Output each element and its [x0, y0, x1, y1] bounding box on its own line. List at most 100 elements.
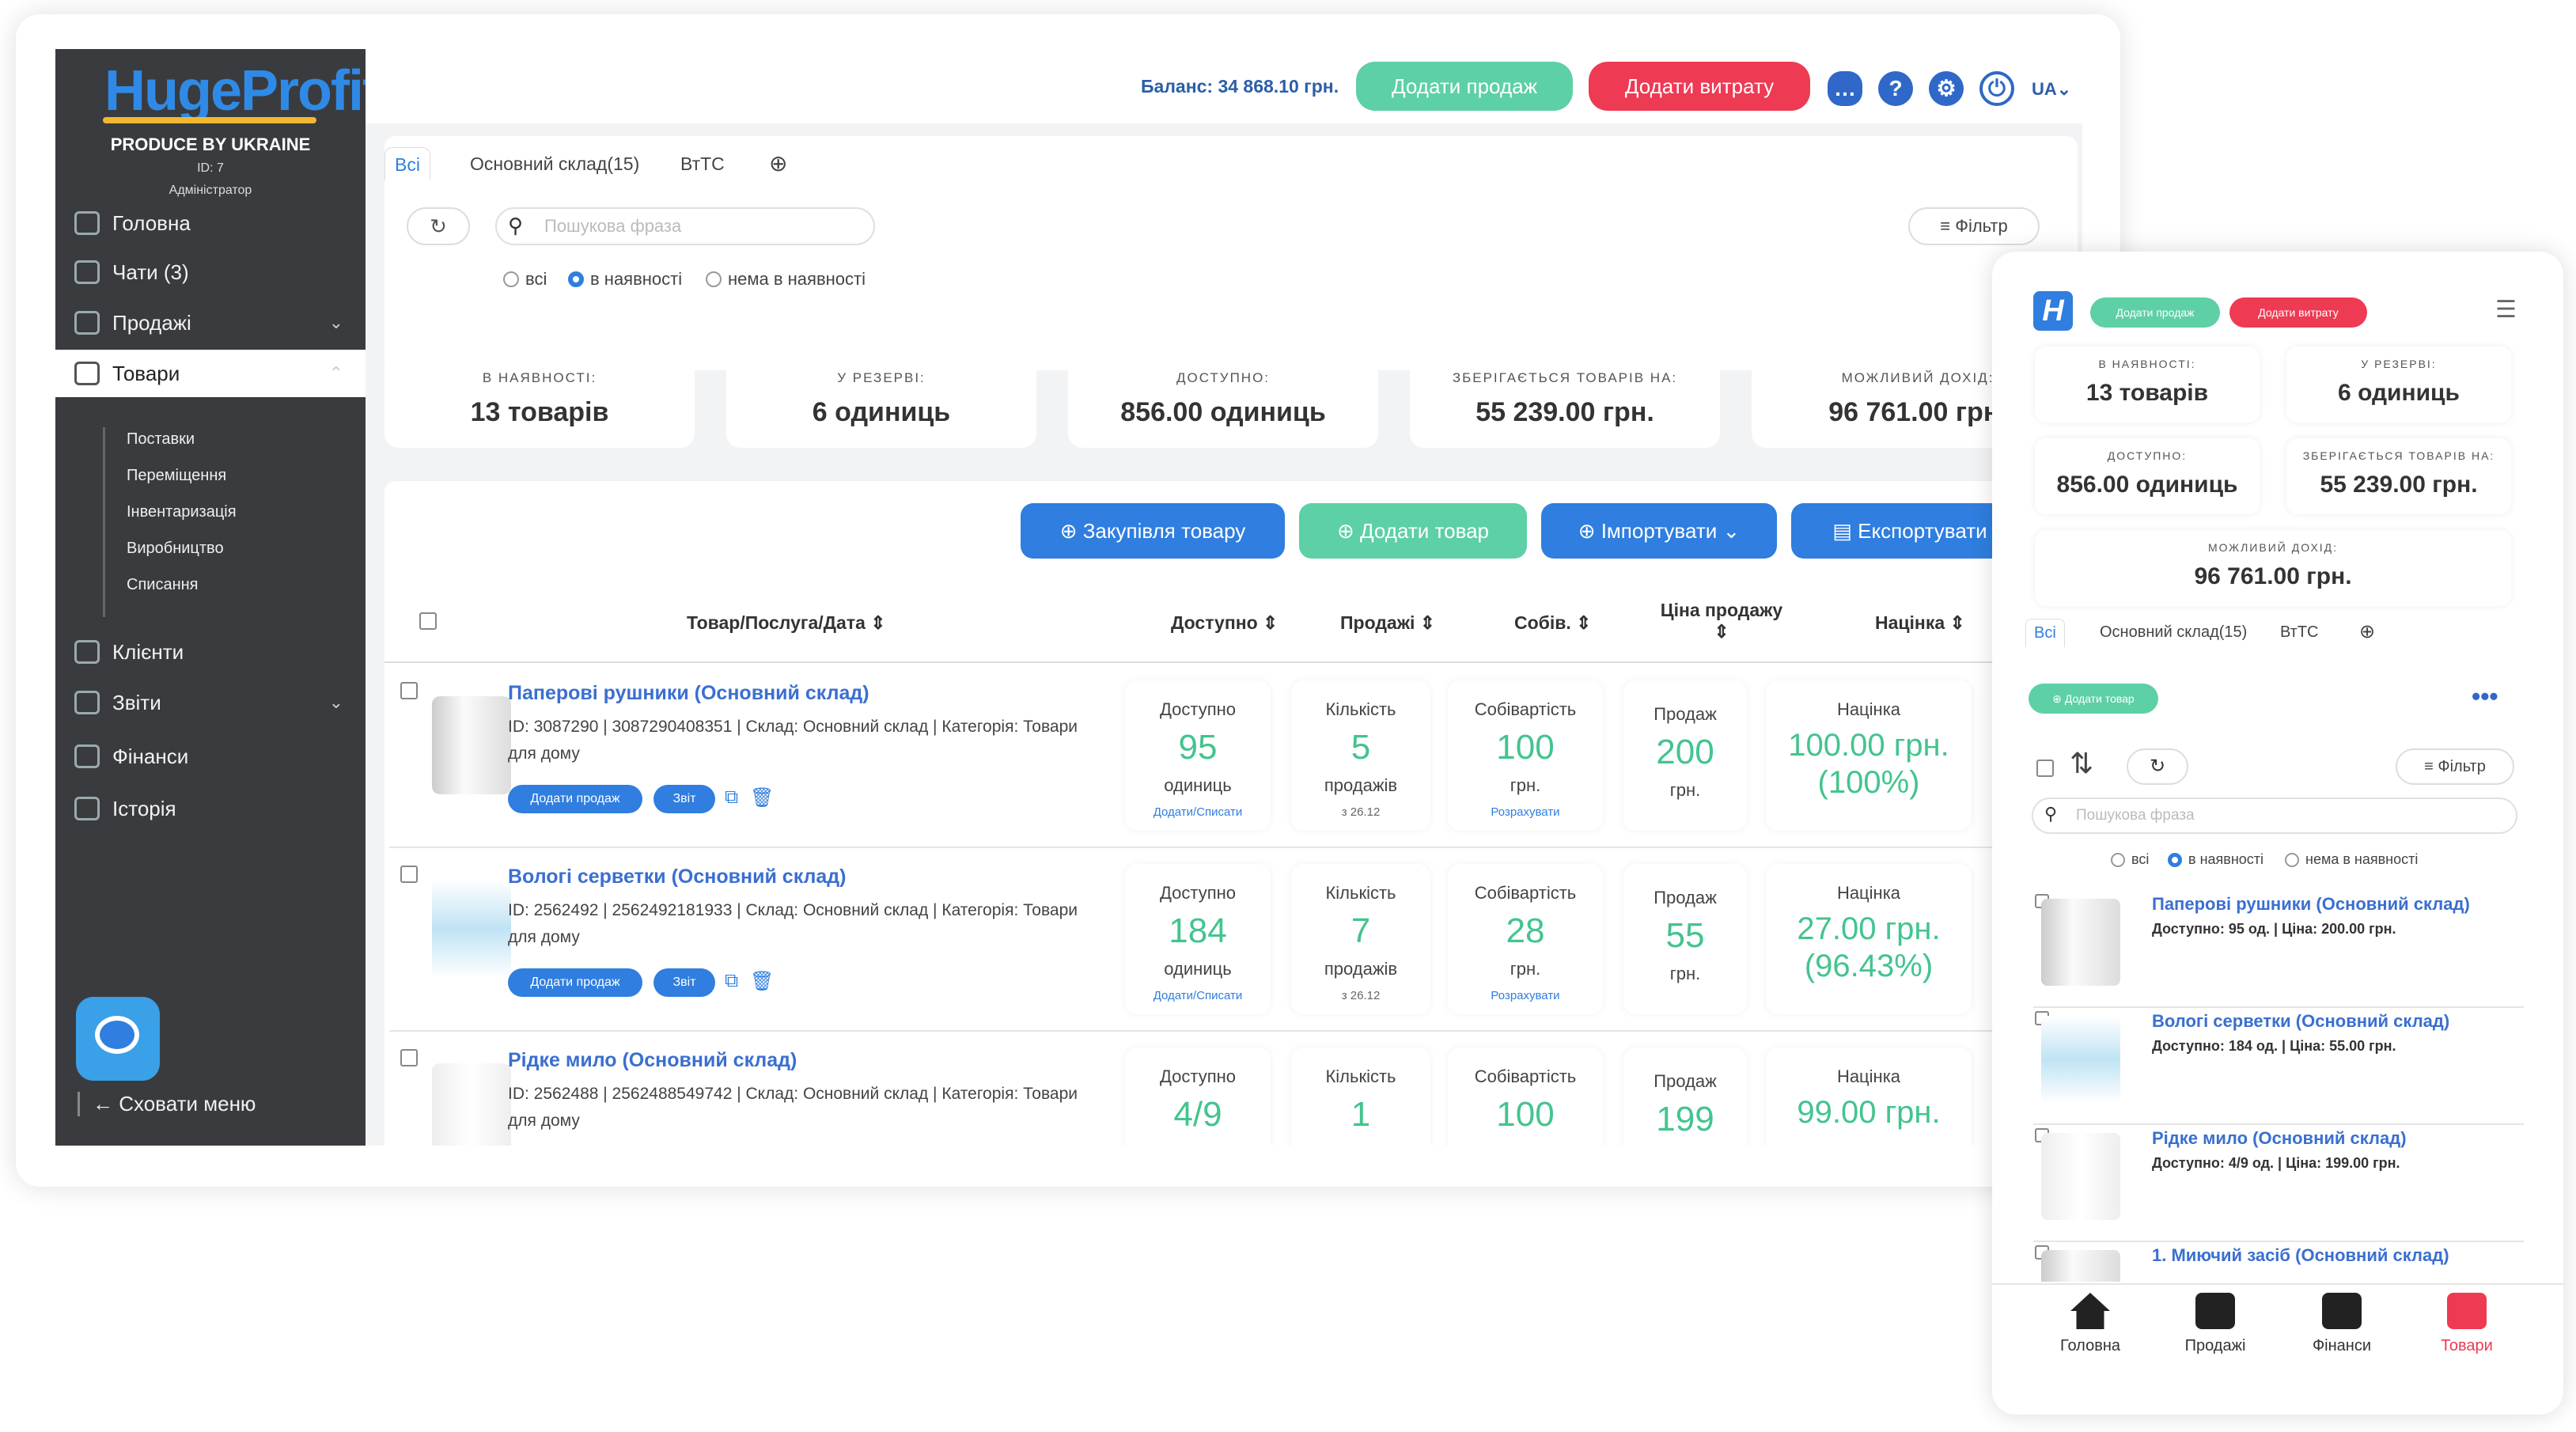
stat-available: ДОСТУПНО: 856.00 одиниць [1068, 351, 1378, 448]
row-report-button[interactable]: Звіт [653, 785, 715, 813]
row-checkbox[interactable] [400, 866, 418, 883]
sidebar-item-finance[interactable]: Фінанси [55, 733, 366, 780]
product-name[interactable]: Рідке мило (Основний склад) [508, 1049, 797, 1072]
mobile-stat-stored-value: ЗБЕРІГАЄТЬСЯ ТОВАРІВ НА: 55 239.00 грн. [2286, 438, 2511, 514]
sales-cell: Кількість 7 продажів з 26.12 [1291, 864, 1430, 1014]
mobile-list-item[interactable]: Вологі серветки (Основний склад) Доступно… [2033, 1008, 2524, 1125]
product-name[interactable]: Паперові рушники (Основний склад) [508, 682, 869, 705]
product-image [432, 1063, 511, 1146]
mobile-refresh-button[interactable]: ↻ [2127, 748, 2188, 785]
submenu-transfers[interactable]: Переміщення [127, 467, 226, 485]
copy-icon[interactable]: ⧉ [725, 786, 738, 809]
mobile-add-expense-button[interactable]: Додати витрату [2229, 297, 2367, 328]
sort-icon[interactable]: ⇅ [2070, 747, 2093, 780]
bottom-nav-products[interactable]: Товари [2419, 1293, 2514, 1355]
caret-down-icon: ⌄ [1717, 518, 1741, 543]
mobile-add-tab-icon[interactable]: ⊕ [2359, 620, 2375, 643]
power-icon[interactable]: ⏻ [1979, 71, 2014, 106]
search-input[interactable]: Пошукова фраза [495, 207, 875, 245]
mobile-search-input[interactable]: Пошукова фраза [2032, 797, 2517, 834]
submenu-inventory[interactable]: Інвентаризація [127, 503, 237, 521]
bottom-nav-home[interactable]: Головна [2043, 1293, 2138, 1355]
row-checkbox[interactable] [400, 1049, 418, 1066]
document-icon: ▤ [1832, 518, 1858, 543]
sidebar-item-products[interactable]: Товари ⌃ [55, 350, 366, 397]
submenu-writeoff[interactable]: Списання [127, 576, 199, 594]
filter-button[interactable]: ≡ Фільтр [1908, 207, 2040, 245]
item-image [2041, 1016, 2120, 1103]
mobile-tab-all[interactable]: Всі [2025, 619, 2065, 647]
tagline: PRODUCE BY UKRAINE [110, 134, 311, 154]
calculate-link[interactable]: Розрахувати [1448, 989, 1603, 1002]
language-select[interactable]: UA⌄ [2032, 79, 2071, 100]
col-cost[interactable]: Собів. ⇕ [1514, 612, 1591, 634]
product-meta: ID: 3087290 | 3087290408351 | Склад: Осн… [508, 718, 1078, 763]
more-options-icon[interactable]: ••• [2472, 682, 2498, 711]
radio-all[interactable]: всі [503, 269, 547, 290]
row-report-button[interactable]: Звіт [653, 968, 715, 997]
add-writeoff-link[interactable]: Додати/Списати [1125, 989, 1271, 1002]
chats-icon[interactable]: … [1828, 71, 1862, 106]
radio-in-stock[interactable]: в наявності [568, 269, 682, 290]
gear-icon[interactable]: ⚙ [1929, 71, 1964, 106]
mobile-stat-in-stock: В НАЯВНОСТІ: 13 товарів [2035, 347, 2260, 422]
mobile-list-item[interactable]: 1. Миючий засіб (Основний склад) [2033, 1242, 2524, 1282]
mobile-add-sale-button[interactable]: Додати продаж [2090, 297, 2220, 328]
mobile-radio-in-stock[interactable]: в наявності [2168, 851, 2263, 868]
help-icon[interactable]: ? [1878, 71, 1913, 106]
submenu-production[interactable]: Виробництво [127, 540, 224, 558]
logo: HugeProfit [104, 59, 381, 123]
mobile-add-product-button[interactable]: ⊕ Додати товар [2029, 684, 2158, 714]
sidebar-item-chats[interactable]: Чати (3) [55, 248, 366, 296]
mobile-list-item[interactable]: Рідке мило (Основний склад) Доступно: 4/9… [2033, 1125, 2524, 1242]
product-name[interactable]: Вологі серветки (Основний склад) [508, 866, 847, 888]
tab-all[interactable]: Всі [385, 147, 430, 180]
sidebar-item-history[interactable]: Історія [55, 785, 366, 832]
mobile-radio-out-of-stock[interactable]: нема в наявності [2285, 851, 2418, 868]
item-image [2041, 899, 2120, 986]
refresh-button[interactable]: ↻ [407, 207, 470, 245]
purchase-button[interactable]: ⊕ Закупівля товару [1021, 503, 1285, 559]
tab-main-warehouse[interactable]: Основний склад(15) [460, 147, 649, 180]
copy-icon[interactable]: ⧉ [725, 970, 738, 992]
sidebar-item-home[interactable]: Головна [55, 199, 366, 247]
bottom-nav-sales[interactable]: Продажі [2168, 1293, 2263, 1355]
sidebar-item-clients[interactable]: Клієнти [55, 628, 366, 676]
col-price[interactable]: Ціна продажу ⇕ [1658, 600, 1785, 642]
support-chat-button[interactable] [76, 997, 160, 1081]
mobile-radio-all[interactable]: всі [2111, 851, 2149, 868]
trash-icon[interactable]: 🗑 [750, 970, 774, 993]
mobile-tab-main-warehouse[interactable]: Основний склад(15) [2100, 623, 2247, 642]
trash-icon[interactable]: 🗑 [750, 786, 774, 809]
col-sales[interactable]: Продажі ⇕ [1340, 612, 1435, 634]
hamburger-menu-icon[interactable]: ☰ [2495, 296, 2517, 324]
cost-cell: Собівартість 100 [1448, 1047, 1603, 1146]
mobile-filter-button[interactable]: ≡ Фільтр [2396, 748, 2514, 785]
coins-icon [74, 744, 100, 768]
add-writeoff-link[interactable]: Додати/Списати [1125, 805, 1271, 819]
add-expense-button[interactable]: Додати витрату [1589, 62, 1810, 111]
mobile-tab-vtts[interactable]: ВтТС [2280, 623, 2319, 642]
calculate-link[interactable]: Розрахувати [1448, 805, 1603, 819]
row-checkbox[interactable] [400, 682, 418, 699]
bottom-nav-finance[interactable]: Фінанси [2294, 1293, 2389, 1355]
mobile-list-item[interactable]: Паперові рушники (Основний склад) Доступн… [2033, 891, 2524, 1008]
submenu-supplies[interactable]: Поставки [127, 430, 195, 449]
add-product-button[interactable]: ⊕ Додати товар [1299, 503, 1527, 559]
add-tab-icon[interactable]: ⊕ [760, 147, 797, 180]
row-add-sale-button[interactable]: Додати продаж [508, 968, 642, 997]
import-button[interactable]: ⊕ Імпортувати ⌄ [1541, 503, 1777, 559]
main-content: Баланс: 34 868.10 грн. Додати продаж Дод… [366, 49, 2082, 1146]
col-available[interactable]: Доступно ⇕ [1171, 612, 1278, 634]
add-sale-button[interactable]: Додати продаж [1356, 62, 1573, 111]
col-product[interactable]: Товар/Послуга/Дата ⇕ [687, 612, 886, 634]
select-all-checkbox[interactable] [419, 612, 437, 630]
radio-out-of-stock[interactable]: нема в наявності [706, 269, 866, 290]
hide-menu-button[interactable]: ← Сховати меню [78, 1092, 256, 1116]
tab-vtts[interactable]: ВтТС [671, 147, 734, 180]
sidebar-item-sales[interactable]: Продажі ⌄ [55, 299, 366, 347]
row-add-sale-button[interactable]: Додати продаж [508, 785, 642, 813]
sidebar-item-reports[interactable]: Звіти ⌄ [55, 679, 366, 726]
mobile-select-all-checkbox[interactable] [2036, 760, 2054, 777]
col-markup[interactable]: Націнка ⇕ [1875, 612, 1965, 634]
